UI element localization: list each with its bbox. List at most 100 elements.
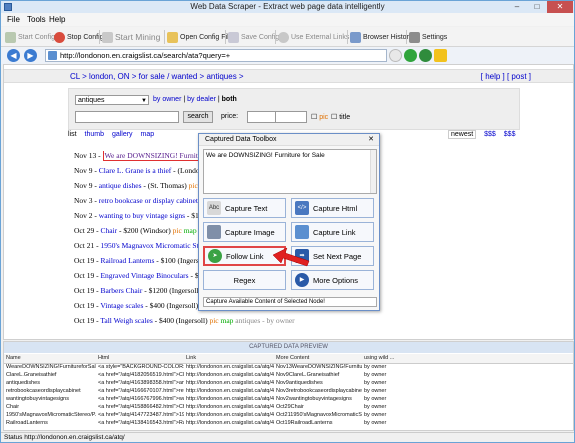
table-cell: 1950'sMagnavoxMicromaticStereo/P... — [6, 412, 96, 418]
follow-arrow-icon: ➤ — [208, 249, 222, 263]
listing-title-link[interactable]: Railroad Lanterns — [100, 256, 154, 265]
capture-link-button[interactable]: Capture Link — [291, 222, 374, 242]
open-config-button[interactable]: Open Config File — [167, 30, 233, 44]
tab-list[interactable]: list — [68, 131, 77, 138]
price-max-input[interactable] — [275, 111, 307, 123]
listing-location: - $400 (Ingersoll) — [154, 316, 208, 325]
start-config-button[interactable]: Start Config — [5, 30, 55, 44]
close-button[interactable]: ✕ — [547, 1, 573, 13]
table-row[interactable]: RailroadLanterns <a href="/atq/4138416543… — [4, 419, 573, 427]
dropdown-icon[interactable] — [389, 49, 402, 62]
listing-title-link[interactable]: Engraved Vintage Binoculars — [100, 271, 188, 280]
table-row[interactable]: retrobookcaseordisplaycabinet <a href="/a… — [4, 387, 573, 395]
address-bar[interactable]: http://londonon.en.craigslist.ca/search/… — [45, 49, 387, 62]
listing-title-link[interactable]: Barbers Chair — [100, 286, 142, 295]
tab-thumb[interactable]: thumb — [85, 131, 104, 138]
settings-icon — [409, 31, 420, 43]
column-header[interactable]: using wild ... — [362, 354, 573, 364]
sort-price-low[interactable]: $$$ — [484, 131, 496, 138]
category-select[interactable]: antiques ▼ — [75, 95, 149, 105]
table-row[interactable]: 1950'sMagnavoxMicromaticStereo/P... <a hr… — [4, 411, 573, 419]
search-panel: antiques ▼ by owner | by dealer | both s… — [68, 88, 520, 130]
refresh-icon[interactable] — [419, 49, 432, 62]
capture-image-button[interactable]: Capture Image — [203, 222, 286, 242]
status-bar: Status http://londonon.en.craigslist.ca/… — [1, 432, 574, 442]
craigslist-header: CL > london, ON > for sale / wanted > an… — [4, 69, 573, 83]
capture-text-button[interactable]: Abc Capture Text — [203, 198, 286, 218]
use-external-links-button[interactable]: Use External Links — [278, 30, 349, 44]
table-cell: Oct211950'sMagnavoxMicromaticSte... — [276, 412, 362, 418]
captured-data-toolbox: Captured Data Toolbox ✕ We are DOWNSIZIN… — [198, 133, 380, 311]
mining-icon — [102, 31, 113, 43]
table-cell: <a href="/atq/4138416543.html">Rail... — [98, 420, 184, 426]
listing-map-link[interactable]: map — [221, 316, 234, 325]
listing-map-link[interactable]: map — [184, 226, 197, 235]
table-row[interactable]: wantingtobuyvintagesigns <a href="/atq/41… — [4, 395, 573, 403]
link-icon — [295, 225, 309, 239]
tab-gallery[interactable]: gallery — [112, 131, 133, 138]
stop-config-button[interactable]: Stop Config — [54, 30, 104, 44]
listing-category[interactable]: antiques - by owner — [235, 316, 294, 325]
search-button[interactable]: search — [183, 111, 213, 123]
star-icon[interactable] — [434, 49, 447, 62]
regex-button[interactable]: Regex — [203, 270, 286, 290]
pic-checkbox[interactable]: ☐ pic — [311, 113, 328, 125]
menu-help[interactable]: Help — [49, 15, 65, 24]
menu-bar: File Tools Help — [1, 13, 574, 26]
back-button[interactable]: ◀ — [7, 49, 20, 62]
price-label: price: — [221, 113, 239, 120]
listing-title-link[interactable]: retro bookcase or display cabinet — [99, 196, 198, 205]
table-cell: by owner — [364, 364, 387, 371]
listing-title-link[interactable]: wanting to buy vintage signs — [99, 211, 185, 220]
column-header[interactable]: More Content — [274, 354, 362, 364]
column-header[interactable]: Name — [4, 354, 96, 364]
table-cell: by owner — [364, 396, 387, 402]
browser-history-button[interactable]: Browser History — [350, 30, 412, 44]
menu-tools[interactable]: Tools — [27, 15, 46, 24]
table-cell: http://londonon.en.craigslist.ca/atq/4..… — [186, 364, 274, 371]
listing-location: - $1200 (Ingersoll) — [144, 286, 201, 295]
listing-title-link[interactable]: antique dishes — [99, 181, 142, 190]
listing-title-link[interactable]: Chair — [100, 226, 117, 235]
column-header[interactable]: Link — [184, 354, 274, 364]
captured-text-area[interactable]: We are DOWNSIZING! Furniture for Sale — [203, 149, 377, 194]
go-icon[interactable] — [404, 49, 417, 62]
listing-location: - $200 (Windsor) — [119, 226, 171, 235]
tab-map[interactable]: map — [141, 131, 155, 138]
listing-title-link[interactable]: Vintage scales — [100, 301, 143, 310]
listing-title-link[interactable]: Clare L. Grane is a thief — [99, 166, 171, 175]
scrollbar[interactable] — [370, 150, 376, 193]
listing-pic-tag: pic — [209, 316, 219, 325]
preview-table: Name Html Link More Content using wild ... W… — [4, 354, 573, 427]
start-mining-button[interactable]: Start Mining — [102, 30, 160, 44]
help-post-links[interactable]: [ help ] [ post ] — [481, 72, 531, 81]
table-cell: Nov9ClareL.Graneisathief — [276, 372, 340, 378]
minimize-button[interactable]: – — [507, 1, 527, 13]
table-row[interactable]: ClareL.Graneisathief <a href="/atq/418205… — [4, 371, 573, 379]
more-options-button[interactable]: ▶ More Options — [291, 270, 374, 290]
table-cell: by owner — [364, 412, 387, 418]
forward-button[interactable]: ▶ — [24, 49, 37, 62]
table-row[interactable]: WeareDOWNSIZING!FurnitureforSale <a style… — [4, 363, 573, 371]
column-header[interactable]: Html — [96, 354, 184, 364]
save-config-button[interactable]: Save Config — [228, 30, 279, 44]
page-icon — [48, 51, 57, 60]
breadcrumb[interactable]: CL > london, ON > for sale / wanted > an… — [70, 72, 244, 81]
folder-icon — [167, 31, 178, 43]
search-input[interactable] — [75, 111, 179, 123]
title-checkbox[interactable]: ☐ title — [331, 113, 350, 125]
arrow-right-icon: ▶ — [27, 51, 34, 60]
menu-file[interactable]: File — [7, 15, 20, 24]
listing-item: Oct 19 - Tall Weigh scales - $400 (Inger… — [74, 316, 374, 331]
capture-html-button[interactable]: </> Capture Html — [291, 198, 374, 218]
toolbox-close-button[interactable]: ✕ — [365, 135, 377, 144]
address-url: http://londonon.en.craigslist.ca/search/… — [60, 51, 231, 60]
table-row[interactable]: Chair <a href="/atq/4158866482.html">Chai… — [4, 403, 573, 411]
settings-button[interactable]: Settings — [409, 30, 447, 44]
sort-price-high[interactable]: $$$ — [504, 131, 516, 138]
table-row[interactable]: antiquedishes <a href="/atq/4163898358.ht… — [4, 379, 573, 387]
sort-newest[interactable]: newest — [448, 130, 477, 139]
listing-title-link[interactable]: 1950's Magnavox Micromatic Stereo — [100, 241, 211, 250]
listing-title-link[interactable]: Tall Weigh scales — [100, 316, 152, 325]
maximize-button[interactable]: □ — [527, 1, 547, 13]
